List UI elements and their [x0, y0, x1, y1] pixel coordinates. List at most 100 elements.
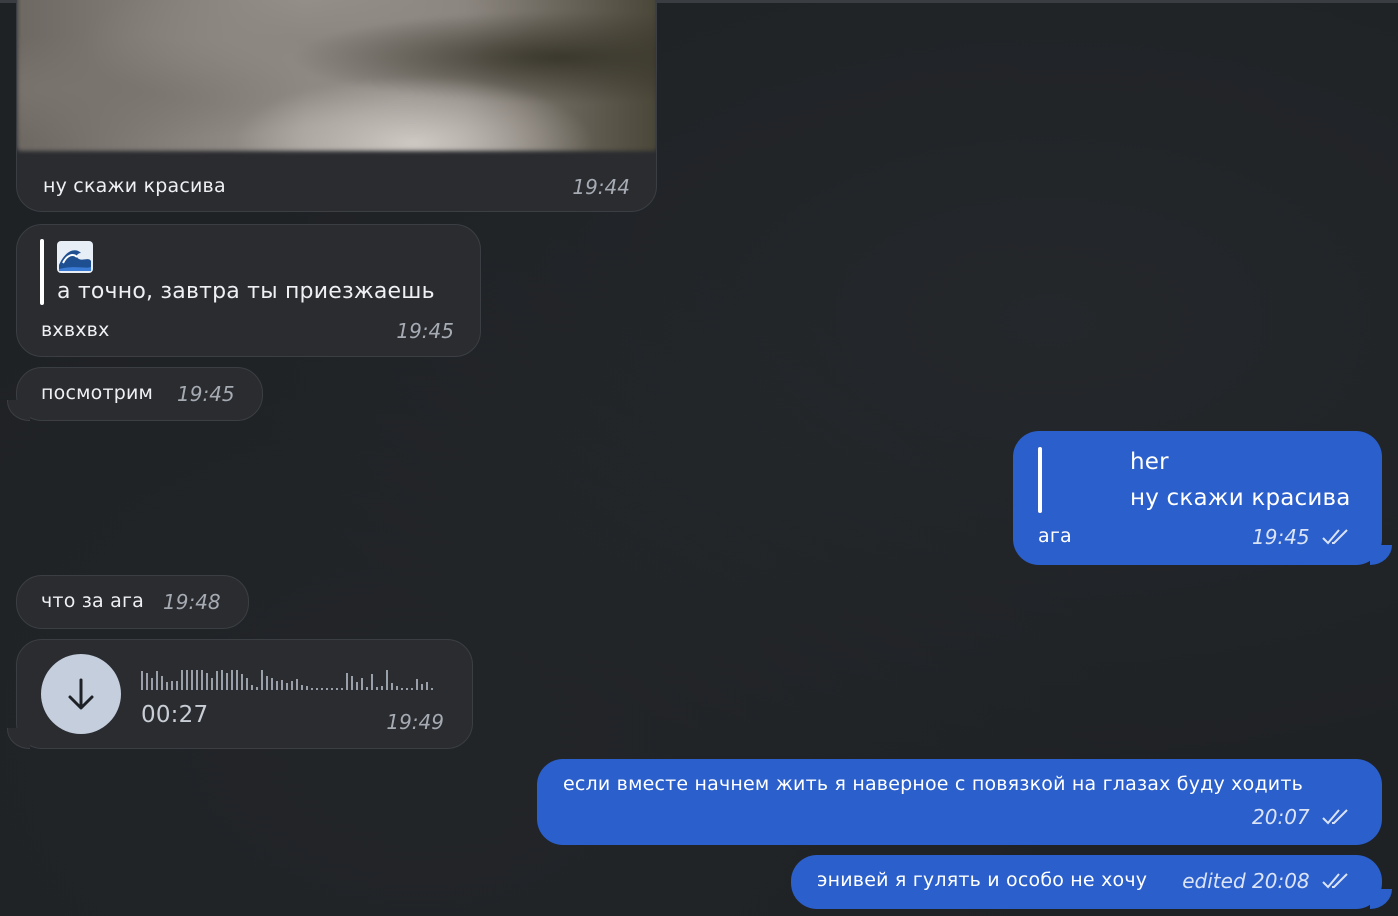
waveform-bar	[236, 670, 238, 690]
waveform-bar	[401, 688, 403, 690]
waveform-bar	[246, 678, 248, 690]
download-arrow-icon	[68, 678, 94, 710]
waveform-bar	[256, 687, 258, 690]
waveform-bar	[291, 681, 293, 690]
waveform-bar	[176, 681, 178, 690]
waveform-bar	[311, 688, 313, 690]
waveform-bar	[396, 686, 398, 690]
waveform-bar	[251, 685, 253, 690]
message-text: что за ага	[41, 590, 145, 612]
waveform-bar	[271, 678, 273, 690]
message-incoming[interactable]: посмотрим 19:45	[7, 367, 263, 421]
waveform-bar	[151, 678, 153, 690]
message-time: 19:49	[386, 710, 444, 734]
waveform-bar	[141, 671, 143, 690]
bubble-tail	[1370, 889, 1392, 909]
waveform-bar	[346, 673, 348, 690]
waveform-bar	[276, 681, 278, 690]
waveform-bar	[161, 676, 163, 690]
waveform-bar	[386, 670, 388, 690]
waveform-bar	[231, 670, 233, 690]
waveform-bar	[191, 670, 193, 690]
waveform-bar	[216, 671, 218, 690]
message-time-row: 20:07	[1252, 805, 1352, 831]
waveform-bar	[316, 688, 318, 690]
reply-quoted-text: ну скажи красива	[1130, 485, 1351, 511]
reply-quote-bar	[1038, 447, 1042, 513]
message-text: если вместе начнем жить я наверное с пов…	[563, 773, 1303, 795]
waveform-bar	[181, 670, 183, 690]
message-text: ага	[1038, 525, 1072, 547]
message-incoming[interactable]: что за ага 19:48	[16, 575, 249, 629]
waveform-bar	[336, 688, 338, 690]
message-time-row: edited 20:08	[1182, 869, 1352, 895]
waveform-bar	[286, 683, 288, 690]
waveform-bar	[321, 688, 323, 690]
waveform-bar	[376, 687, 378, 690]
waveform-bar	[421, 684, 423, 690]
message-time-row: 19:45	[1252, 525, 1352, 551]
bubble-tail	[1370, 545, 1392, 565]
message-time: 20:08	[1252, 869, 1310, 893]
waveform-bar	[426, 682, 428, 690]
reply-author: her	[1130, 449, 1169, 475]
waveform-bar	[366, 687, 368, 690]
download-voice-button[interactable]	[41, 654, 121, 734]
waveform-bar	[306, 686, 308, 690]
waveform-bar	[326, 688, 328, 690]
waveform-bar	[361, 678, 363, 690]
message-voice[interactable]: 00:27 19:49	[7, 639, 473, 749]
waveform-bar	[341, 688, 343, 690]
message-photo[interactable]: ну скажи красива 19:44	[16, 0, 657, 212]
message-time: 19:48	[163, 590, 221, 614]
double-check-icon	[1322, 871, 1352, 895]
waveform-bar	[411, 688, 413, 690]
waveform-bar	[416, 679, 418, 690]
bubble-tail	[7, 728, 30, 749]
waveform-bar	[431, 688, 433, 690]
waveform-bar	[146, 673, 148, 690]
waveform-bar	[261, 670, 263, 690]
message-outgoing[interactable]: если вместе начнем жить я наверное с пов…	[537, 759, 1382, 845]
bubble-tail	[7, 400, 30, 421]
message-text: посмотрим	[41, 382, 154, 404]
message-text: вхвхвх	[41, 319, 110, 341]
waveform-bar	[296, 679, 298, 690]
waveform-bar	[171, 681, 173, 690]
double-check-icon	[1322, 527, 1352, 551]
reply-quoted-text: а точно, завтра ты приезжаешь	[57, 279, 435, 304]
message-time: 20:07	[1252, 805, 1310, 829]
waveform-bar	[241, 674, 243, 690]
waveform-bar	[156, 671, 158, 690]
waveform-bar	[351, 676, 353, 690]
waveform-bar	[206, 673, 208, 690]
blurred-photo[interactable]	[17, 0, 656, 151]
waveform-bar	[186, 670, 188, 690]
waveform-bar	[221, 670, 223, 690]
message-time: 19:45	[396, 319, 454, 343]
waveform-bar	[226, 673, 228, 690]
message-text: ну скажи красива	[43, 175, 226, 197]
message-outgoing[interactable]: энивей я гулять и особо не хочу edited 2…	[791, 855, 1392, 909]
message-time: 19:45	[177, 382, 235, 406]
waveform-bar	[266, 676, 268, 690]
double-check-icon	[1322, 807, 1352, 831]
message-reply-outgoing[interactable]: her ну скажи красива ага 19:45	[1013, 431, 1392, 565]
wave-emoji-icon	[57, 241, 93, 273]
waveform-bar	[166, 682, 168, 690]
message-reply-incoming[interactable]: а точно, завтра ты приезжаешь вхвхвх 19:…	[16, 224, 481, 357]
voice-waveform[interactable]	[141, 668, 441, 690]
waveform-bar	[406, 688, 408, 690]
waveform-bar	[196, 670, 198, 690]
message-time: 19:44	[572, 175, 630, 199]
waveform-bar	[331, 688, 333, 690]
waveform-bar	[301, 685, 303, 690]
waveform-bar	[201, 670, 203, 690]
edited-label: edited	[1182, 869, 1246, 893]
message-time: 19:45	[1252, 525, 1310, 549]
waveform-bar	[391, 683, 393, 690]
message-text: энивей я гулять и особо не хочу	[817, 869, 1148, 891]
waveform-bar	[356, 682, 358, 690]
waveform-bar	[211, 678, 213, 690]
voice-duration: 00:27	[141, 702, 209, 728]
